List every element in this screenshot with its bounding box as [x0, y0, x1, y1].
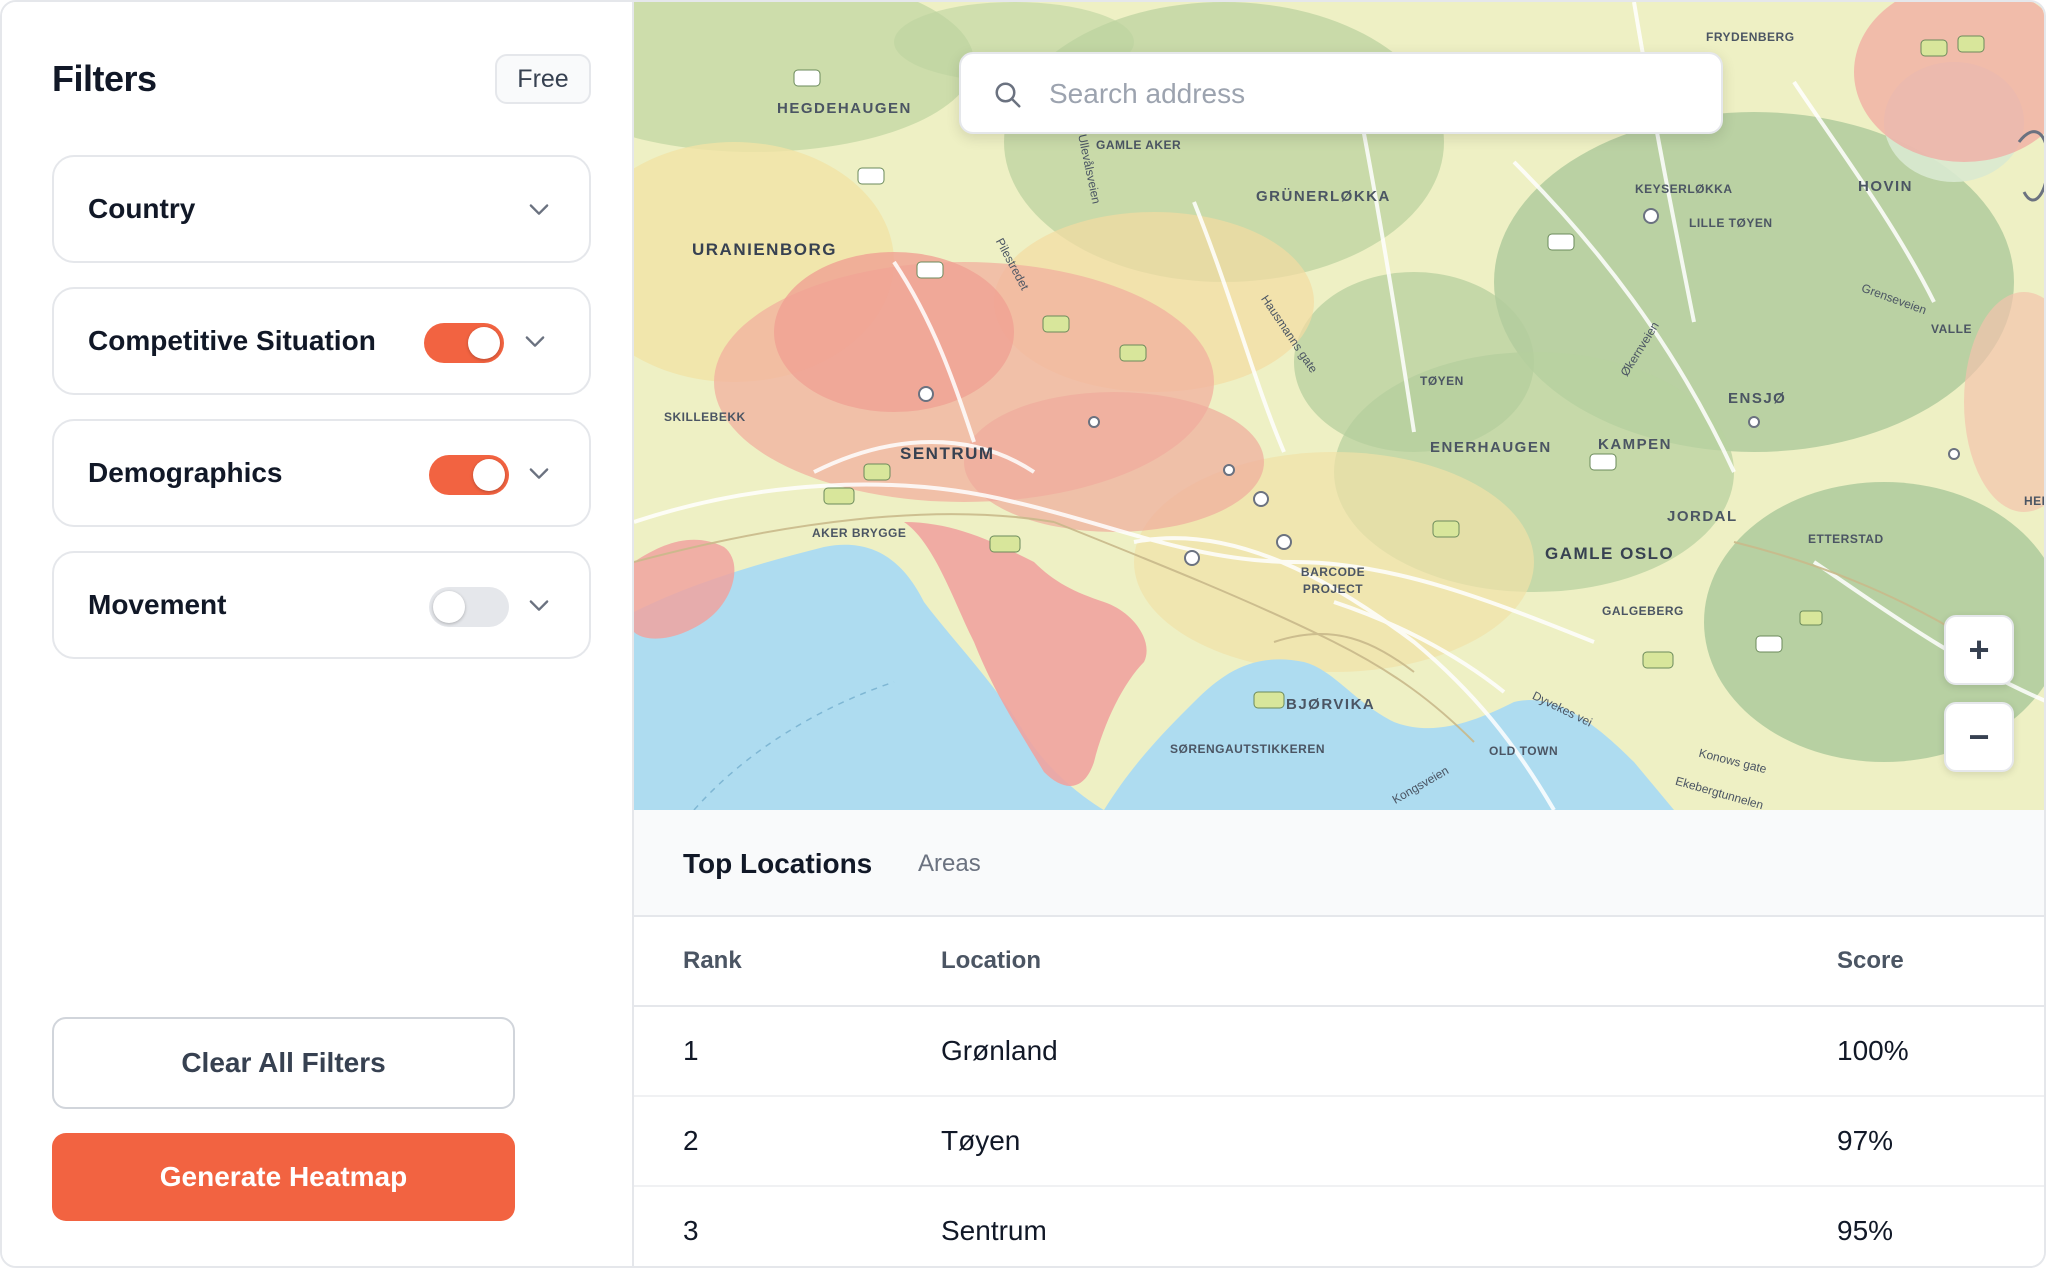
map-label-uranienborg: URANIENBORG	[692, 240, 837, 259]
filter-label: Competitive Situation	[88, 325, 376, 356]
movement-toggle[interactable]	[429, 587, 509, 627]
map-label-jordal: JORDAL	[1667, 508, 1738, 525]
map-label-gamle-aker: GAMLE AKER	[1096, 138, 1182, 152]
table-row[interactable]: 3 Sentrum 95%	[634, 1187, 2044, 1266]
map-label-hels: HELS	[2024, 494, 2044, 508]
column-header-location[interactable]: Location	[941, 917, 1041, 1005]
map-label-barcode-project: BARCODE PROJECT	[1300, 565, 1366, 596]
row-rank: 1	[683, 1035, 699, 1066]
map-label-grunerlokka: GRÜNERLØKKA	[1256, 188, 1391, 205]
app-window: Filters Free Country Competitive Situati…	[0, 0, 2046, 1268]
map-label-skillebekk: SKILLEBEKK	[664, 410, 746, 424]
chevron-down-icon[interactable]	[521, 327, 549, 355]
filter-movement[interactable]: Movement	[52, 551, 591, 659]
table-header: Rank Location Score	[634, 917, 2044, 1007]
chevron-down-icon[interactable]	[525, 459, 553, 487]
map-label-keyserlokka: KEYSERLØKKA	[1635, 182, 1733, 196]
row-location: Sentrum	[941, 1215, 1047, 1246]
map-label-galgeberg: GALGEBERG	[1602, 604, 1684, 618]
plan-badge: Free	[495, 54, 591, 104]
map-label-kampen: KAMPEN	[1598, 436, 1673, 453]
map-label-toyen: TØYEN	[1420, 374, 1464, 388]
chevron-down-icon[interactable]	[525, 591, 553, 619]
table-row[interactable]: 1 Grønland 100%	[634, 1007, 2044, 1097]
toggle-knob	[473, 459, 505, 491]
filter-label: Demographics	[88, 457, 283, 488]
tab-areas[interactable]: Areas	[918, 810, 981, 917]
map-label-sentrum: SENTRUM	[900, 444, 995, 463]
filter-demographics[interactable]: Demographics	[52, 419, 591, 527]
map-label-aker-brygge: AKER BRYGGE	[812, 526, 907, 540]
map-label-etterstad: ETTERSTAD	[1808, 532, 1884, 546]
filter-competitive-situation[interactable]: Competitive Situation	[52, 287, 591, 395]
filter-label: Country	[88, 193, 196, 224]
column-header-rank[interactable]: Rank	[683, 917, 742, 1005]
zoom-out-button[interactable]: −	[1944, 702, 2014, 772]
row-location: Grønland	[941, 1035, 1058, 1066]
map-label-hegdehaugen: HEGDEHAUGEN	[777, 100, 912, 117]
filter-label: Movement	[88, 589, 227, 620]
search-icon	[995, 82, 1021, 108]
results-tabs: Top Locations Areas	[634, 810, 2044, 917]
row-score: 100%	[1837, 1035, 1909, 1066]
map-label-hovin: HOVIN	[1858, 178, 1914, 195]
search-address-box[interactable]	[959, 52, 1723, 134]
row-score: 95%	[1837, 1215, 1894, 1246]
generate-heatmap-button[interactable]: Generate Heatmap	[52, 1133, 515, 1221]
map-label-sorengautstikkeren: SØRENGAUTSTIKKEREN	[1170, 742, 1326, 756]
clear-all-filters-button[interactable]: Clear All Filters	[52, 1017, 515, 1109]
column-header-score[interactable]: Score	[1837, 917, 1904, 1005]
map-label-bjorvika: BJØRVIKA	[1286, 696, 1376, 713]
map-label-gamle-oslo: GAMLE OSLO	[1545, 544, 1675, 563]
row-score: 97%	[1837, 1125, 1894, 1156]
filter-country[interactable]: Country	[52, 155, 591, 263]
filters-sidebar: Filters Free Country Competitive Situati…	[2, 2, 634, 1266]
results-panel: Top Locations Areas Rank Location Score …	[634, 810, 2044, 1266]
map-label-old-town: OLD TOWN	[1489, 744, 1559, 758]
heatmap-map[interactable]: HEGDEHAUGEN URANIENBORG SKILLEBEKK SENTR…	[634, 2, 2044, 810]
demographics-toggle[interactable]	[429, 455, 509, 495]
map-label-frydenberg: FRYDENBERG	[1706, 30, 1795, 44]
map-label-ensjo: ENSJØ	[1728, 390, 1787, 407]
map-label-valle: VALLE	[1931, 322, 1972, 336]
toggle-knob	[468, 327, 500, 359]
row-location: Tøyen	[941, 1125, 1021, 1156]
toggle-knob	[433, 591, 465, 623]
row-rank: 3	[683, 1215, 699, 1246]
chevron-down-icon[interactable]	[525, 195, 553, 223]
zoom-in-button[interactable]: +	[1944, 615, 2014, 685]
map-label-lille-toyen: LILLE TØYEN	[1689, 216, 1773, 230]
tab-top-locations[interactable]: Top Locations	[683, 810, 872, 917]
search-address-input[interactable]	[1049, 68, 1689, 120]
map-label-enerhaugen: ENERHAUGEN	[1430, 439, 1552, 456]
row-rank: 2	[683, 1125, 699, 1156]
competitive-situation-toggle[interactable]	[424, 323, 504, 363]
table-row[interactable]: 2 Tøyen 97%	[634, 1097, 2044, 1187]
sidebar-title: Filters	[52, 58, 157, 99]
